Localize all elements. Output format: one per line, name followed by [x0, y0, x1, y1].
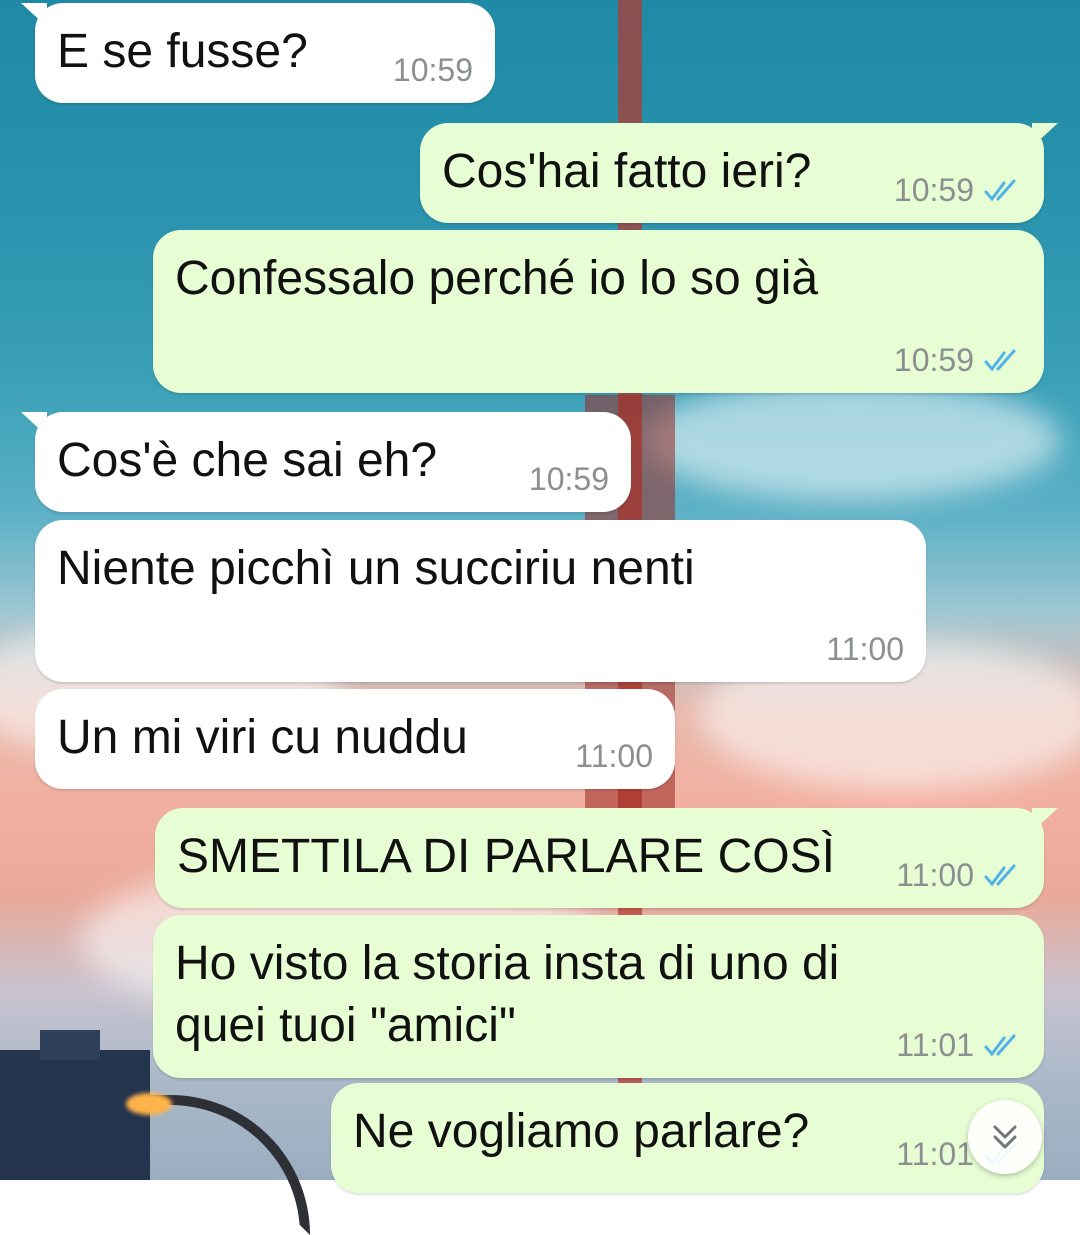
message-bubble-outgoing[interactable]: Ne vogliamo parlare? 11:01 [331, 1083, 1044, 1193]
message-time: 11:01 [896, 1027, 974, 1063]
message-text: Un mi viri cu nuddu [57, 711, 468, 764]
message-bubble-incoming[interactable]: Niente picchì un succiriu nenti 11:00 [35, 520, 926, 682]
cloud-shape [640, 380, 1060, 500]
double-check-icon [984, 864, 1016, 886]
message-bubble-outgoing[interactable]: SMETTILA DI PARLARE COSÌ 11:00 [155, 808, 1058, 908]
message-text: Ho visto la storia insta di uno di quei … [175, 937, 853, 1052]
message-meta: 10:59 [894, 172, 1022, 209]
message-bubble-outgoing[interactable]: Confessalo perché io lo so già 10:59 [153, 230, 1044, 393]
message-time: 11:00 [575, 738, 653, 774]
message-bubble-outgoing[interactable]: Ho visto la storia insta di uno di quei … [153, 915, 1044, 1078]
double-check-icon [984, 179, 1016, 201]
message-time: 10:59 [528, 461, 609, 497]
message-text: Confessalo perché io lo so già [175, 252, 819, 305]
double-check-icon [984, 1034, 1016, 1056]
message-text: Niente picchì un succiriu nenti [57, 542, 695, 595]
message-meta: 11:00 [826, 631, 904, 668]
message-bubble-outgoing[interactable]: Cos'hai fatto ieri? 10:59 [420, 123, 1058, 223]
bubble-tail [1032, 808, 1058, 832]
message-meta: 11:00 [896, 857, 1022, 894]
message-meta: 10:59 [894, 342, 1022, 379]
message-meta: 10:59 [529, 461, 609, 498]
message-time: 10:59 [893, 342, 974, 378]
message-meta: 11:01 [896, 1027, 1022, 1064]
message-text: SMETTILA DI PARLARE COSÌ [177, 830, 835, 883]
message-bubble-incoming[interactable]: Un mi viri cu nuddu 11:00 [35, 689, 675, 789]
message-time: 10:59 [893, 172, 974, 208]
double-check-icon [984, 349, 1016, 371]
scroll-to-bottom-button[interactable] [968, 1100, 1042, 1174]
lamp-light [126, 1093, 172, 1115]
message-meta: 11:00 [575, 738, 653, 775]
bubble-tail [21, 412, 47, 436]
bubble-tail [1032, 123, 1058, 147]
message-time: 10:59 [392, 52, 473, 88]
message-time: 11:00 [826, 631, 904, 667]
bubble-tail [21, 3, 47, 27]
message-bubble-incoming[interactable]: E se fusse? 10:59 [21, 3, 495, 103]
message-time: 11:01 [896, 1136, 974, 1172]
message-text: Cos'è che sai eh? [57, 434, 438, 487]
building-silhouette [40, 1030, 100, 1060]
message-meta: 10:59 [393, 52, 473, 89]
double-chevron-down-icon [993, 1125, 1017, 1149]
message-time: 11:00 [896, 857, 974, 893]
street-lamp [140, 1095, 310, 1235]
message-bubble-incoming[interactable]: Cos'è che sai eh? 10:59 [21, 412, 631, 512]
building-silhouette [0, 1050, 150, 1180]
